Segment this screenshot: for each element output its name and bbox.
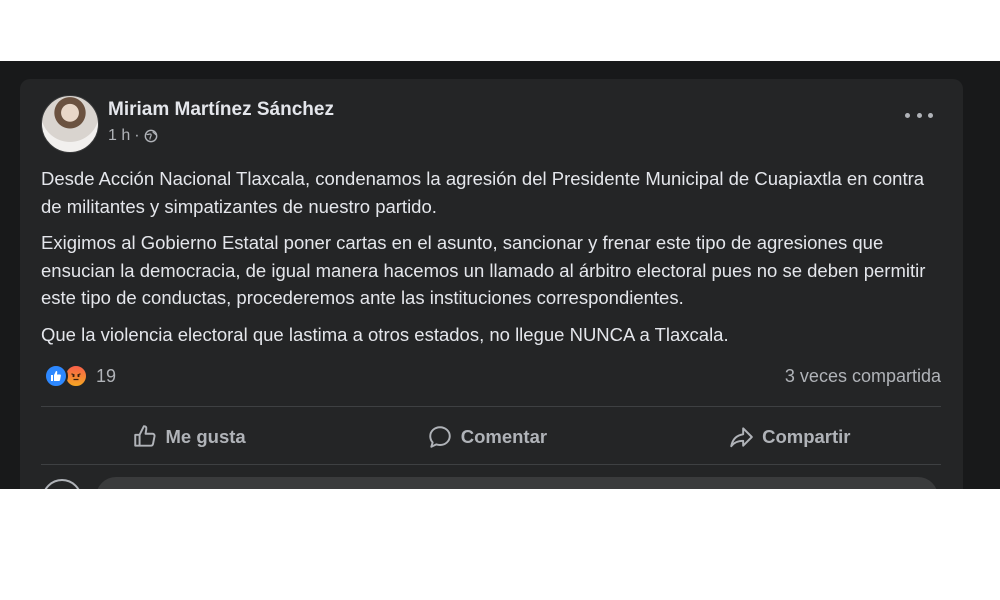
share-button[interactable]: Compartir xyxy=(708,418,870,456)
share-arrow-icon xyxy=(730,427,753,448)
post-paragraph-3: Que la violencia electoral que lastima a… xyxy=(41,323,729,345)
reaction-count: 19 xyxy=(96,365,117,386)
like-button[interactable]: Me gusta xyxy=(112,418,266,456)
post-body: Desde Acción Nacional Tlaxcala, condenam… xyxy=(41,165,941,357)
more-options-icon[interactable] xyxy=(905,107,933,123)
post-paragraph-1: Desde Acción Nacional Tlaxcala, condenam… xyxy=(41,168,925,217)
feed-background: Miriam Martínez Sánchez 1 h · Desde Acci… xyxy=(0,61,1000,489)
share-count[interactable]: 3 veces compartida xyxy=(785,366,941,387)
like-reaction-icon xyxy=(44,364,68,388)
thumbs-up-icon xyxy=(133,425,156,447)
comment-label: Comentar xyxy=(460,426,548,447)
post-paragraph-2: Exigimos al Gobierno Estatal poner carta… xyxy=(41,232,926,308)
post-card: Miriam Martínez Sánchez 1 h · Desde Acci… xyxy=(20,79,963,489)
author-avatar[interactable] xyxy=(41,95,99,153)
post-time[interactable]: 1 h xyxy=(108,127,130,145)
like-label: Me gusta xyxy=(165,426,246,447)
comment-button[interactable]: Comentar xyxy=(407,418,567,456)
share-label: Compartir xyxy=(762,426,851,447)
meta-separator: · xyxy=(134,127,140,144)
divider-bottom xyxy=(41,464,941,465)
action-bar: Me gusta Comentar Compartir xyxy=(41,415,941,459)
reactions-summary[interactable]: 19 xyxy=(44,364,116,388)
viewer-avatar[interactable] xyxy=(42,479,82,489)
post-meta: 1 h · xyxy=(108,127,158,145)
divider-top xyxy=(41,406,941,407)
comment-bubble-icon xyxy=(428,426,451,448)
author-name[interactable]: Miriam Martínez Sánchez xyxy=(108,99,334,121)
globe-icon[interactable] xyxy=(144,129,158,143)
comment-input[interactable] xyxy=(96,477,938,489)
